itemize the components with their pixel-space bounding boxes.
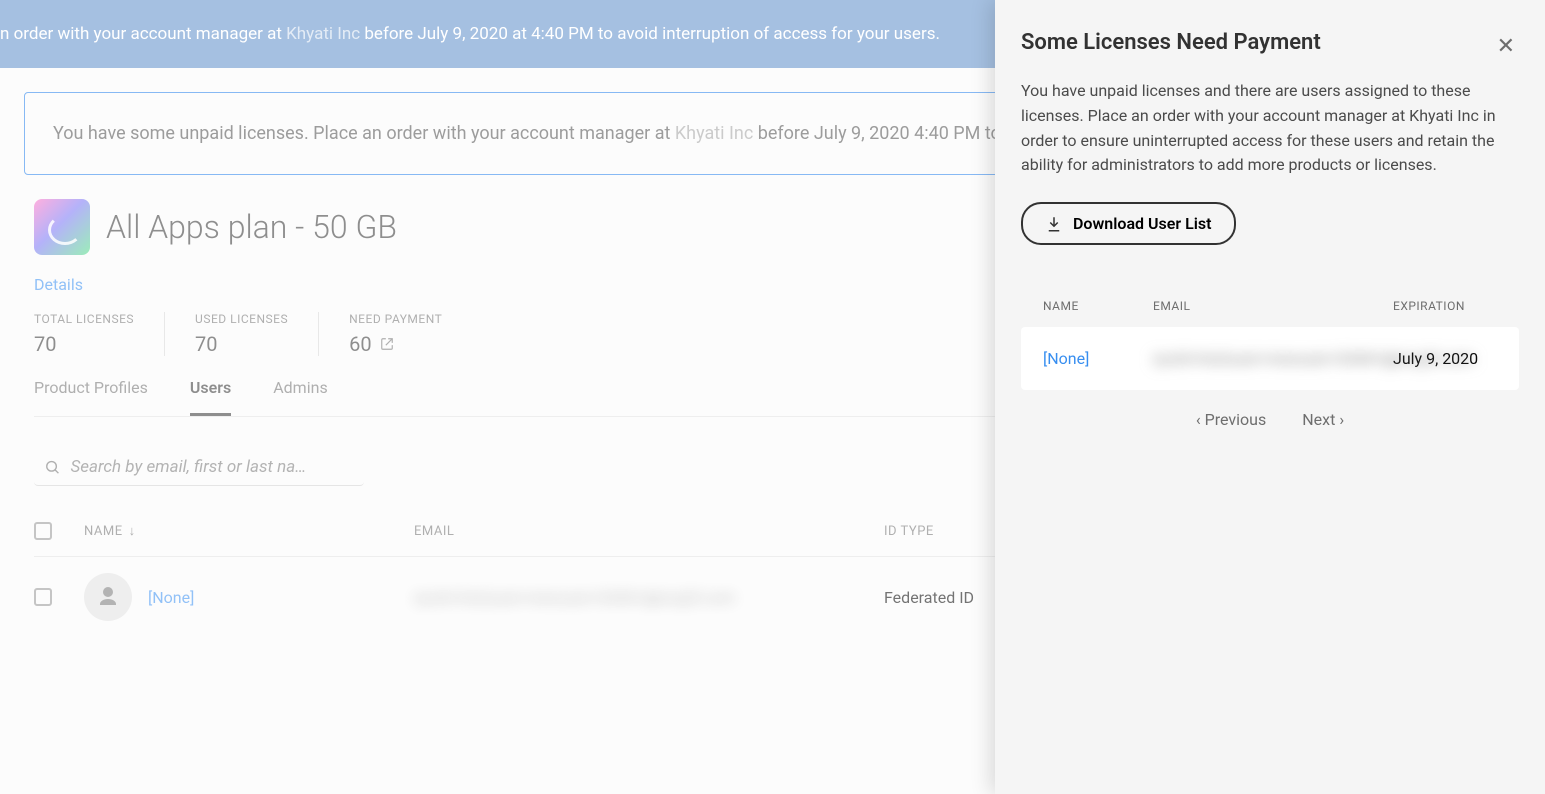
row-user-link[interactable]: [None] [148,588,194,607]
stat-total-value: 70 [34,332,134,356]
select-all-checkbox[interactable] [34,522,52,540]
product-title: All Apps plan - 50 GB [106,208,397,246]
stat-used-value: 70 [195,332,288,356]
next-button[interactable]: Next› [1302,410,1344,429]
search-input[interactable] [70,457,354,477]
download-user-list-button[interactable]: Download User List [1021,202,1236,245]
panel-body: You have unpaid licenses and there are u… [1021,79,1519,178]
tab-users[interactable]: Users [190,378,231,416]
row-email: rjoshi+testuser+newuser+SAM+lgkorg3l.com [414,588,884,607]
panel-user-list: NAME EMAIL EXPIRATION [None] rjoshi+test… [1021,285,1519,429]
creative-cloud-icon [34,199,90,255]
user-search[interactable] [34,449,364,486]
avatar [84,573,132,621]
sort-desc-icon: ↓ [129,523,136,539]
banner-company: Khyati Inc [286,24,360,44]
panel-col-exp: EXPIRATION [1393,299,1513,313]
close-icon[interactable]: ✕ [1497,34,1515,59]
panel-title: Some Licenses Need Payment [1021,30,1519,55]
stat-need-label: NEED PAYMENT [349,312,442,326]
download-label: Download User List [1073,214,1212,233]
banner-text-suffix: before July 9, 2020 at 4:40 PM to avoid … [360,24,940,44]
stat-used-label: USED LICENSES [195,312,288,326]
panel-table-row[interactable]: [None] rjoshi+testuser+newuser+SAM+lgkor… [1021,327,1519,390]
panel-pager: ‹Previous Next› [1021,410,1519,429]
banner-text-prefix: n order with your account manager at [0,24,286,44]
download-icon [1045,215,1063,233]
tab-admins[interactable]: Admins [273,378,327,416]
col-email-header[interactable]: EMAIL [414,524,884,539]
need-payment-panel: Some Licenses Need Payment ✕ You have un… [995,0,1545,794]
alert-company: Khyati Inc [675,123,753,144]
col-name-header[interactable]: NAME↓ [84,523,414,539]
panel-col-email: EMAIL [1153,299,1383,313]
chevron-left-icon: ‹ [1196,410,1201,429]
alert-prefix: You have some unpaid licenses. Place an … [53,123,675,144]
panel-row-email: rjoshi+testuser+newuser+SAM+lgkorg3l.com [1153,349,1383,368]
stat-need-value: 60 [349,332,371,356]
panel-row-name[interactable]: [None] [1043,349,1143,368]
chevron-right-icon: › [1339,410,1344,429]
open-in-panel-icon[interactable] [380,337,394,351]
stat-total-label: TOTAL LICENSES [34,312,134,326]
tab-product-profiles[interactable]: Product Profiles [34,378,148,416]
row-checkbox[interactable] [34,588,52,606]
alert-suffix: before July 9, 2020 4:40 PM to avo [753,123,1034,144]
previous-button[interactable]: ‹Previous [1196,410,1266,429]
search-icon [44,458,60,476]
panel-col-name: NAME [1043,299,1143,313]
